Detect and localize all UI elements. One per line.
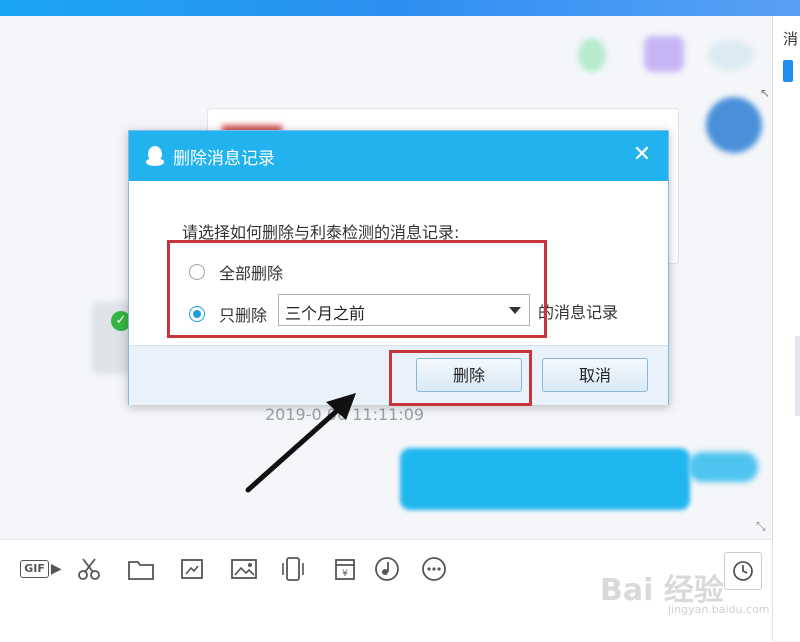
annotation-arrow: [245, 393, 356, 493]
